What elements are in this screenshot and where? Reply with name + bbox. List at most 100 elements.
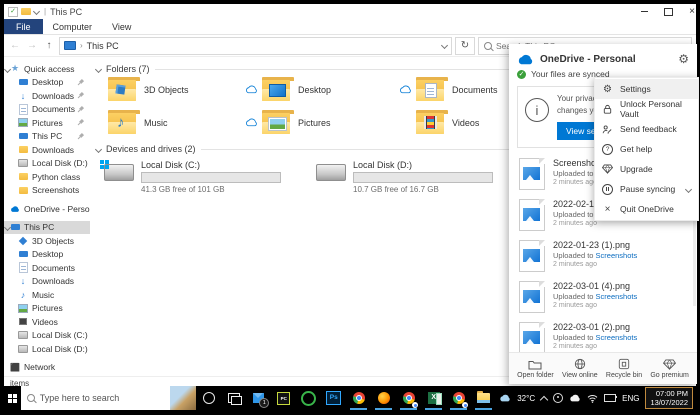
upload-status: Uploaded to (553, 333, 594, 342)
taskbar-search-input[interactable]: Type here to search (20, 386, 197, 410)
folder-tile-label: Music (144, 117, 168, 128)
onedrive-file-row[interactable]: 2022-03-01 (4).png Uploaded to Screensho… (509, 277, 697, 318)
tab-file[interactable]: File (4, 19, 43, 34)
temperature-label[interactable]: 32°C (517, 394, 535, 403)
collapse-group-icon[interactable] (94, 65, 103, 73)
drive-tile-c[interactable]: Local Disk (C:) 41.3 GB free of 101 GB (100, 160, 316, 194)
recycle-bin-button[interactable]: Recycle bin (606, 358, 642, 379)
pycharm-icon: PC (277, 391, 291, 405)
file-explorer-app-button[interactable] (471, 386, 496, 410)
sidebar-item-downloads-pc[interactable]: ↓ Downloads (4, 275, 90, 289)
sidebar-item-local-disk-d-pc[interactable]: Local Disk (D:) (4, 342, 90, 356)
collapse-group-icon[interactable] (94, 145, 103, 153)
sidebar-item-pictures[interactable]: Pictures (4, 116, 90, 130)
address-field[interactable]: › This PC (59, 36, 452, 55)
sidebar-item-desktop-pc[interactable]: Desktop (4, 248, 90, 262)
menu-item-upgrade[interactable]: Upgrade (595, 159, 698, 179)
photoshop-app-button[interactable]: Ps (321, 386, 346, 410)
sidebar-item-python-class[interactable]: Python class (4, 170, 90, 184)
menu-item-send-feedback[interactable]: Send feedback (595, 119, 698, 139)
folder-link[interactable]: Screenshots (596, 251, 638, 260)
new-folder-icon[interactable] (21, 8, 31, 15)
footer-button-label: Go premium (650, 371, 689, 379)
sidebar-item-desktop[interactable]: Desktop (4, 76, 90, 90)
folder-link[interactable]: Screenshots (596, 333, 638, 342)
chrome-profile-2-app-button[interactable] (446, 386, 471, 410)
weather-cloud-icon[interactable] (499, 394, 511, 402)
tab-view[interactable]: View (102, 19, 141, 34)
minimize-button[interactable] (632, 4, 656, 19)
onedrive-file-row[interactable]: 2022-01-23 (1).png Uploaded to Screensho… (509, 236, 697, 277)
onedrive-settings-gear-icon[interactable]: ⚙ (678, 53, 689, 65)
view-online-button[interactable]: View online (562, 358, 598, 379)
network-wifi-icon[interactable] (587, 394, 598, 403)
go-premium-button[interactable]: Go premium (650, 358, 689, 379)
sidebar-item-downloads-folder[interactable]: Downloads (4, 143, 90, 157)
menu-item-get-help[interactable]: Get help (595, 139, 698, 159)
up-button[interactable]: ↑ (42, 40, 56, 51)
sidebar-item-documents[interactable]: Documents (4, 103, 90, 117)
desktop-icon (18, 77, 28, 87)
close-button[interactable]: × (680, 4, 696, 19)
sidebar-item-this-pc[interactable]: This PC (4, 220, 90, 234)
sidebar-item-network[interactable]: ⬛ Network (4, 361, 90, 375)
sidebar-item-onedrive[interactable]: OneDrive - Personal (4, 202, 90, 216)
menu-item-pause-syncing[interactable]: Pause syncing (595, 179, 698, 199)
customize-toolbar-icon[interactable] (32, 7, 41, 16)
sidebar-item-downloads[interactable]: ↓ Downloads (4, 89, 90, 103)
menu-item-unlock-personal-vault[interactable]: Unlock Personal Vault (595, 99, 698, 119)
address-dropdown-icon[interactable] (440, 41, 449, 50)
onedrive-sync-status-icon (240, 85, 262, 94)
chrome-profile-app-button[interactable] (396, 386, 421, 410)
pycharm-app-button[interactable]: PC (271, 386, 296, 410)
sidebar-item-documents-pc[interactable]: Documents (4, 261, 90, 275)
sidebar-item-local-disk-c-pc[interactable]: Local Disk (C:) (4, 329, 90, 343)
menu-item-settings[interactable]: ⚙ Settings (595, 79, 698, 99)
tab-computer[interactable]: Computer (43, 19, 103, 34)
onedrive-tray-cloud-icon[interactable] (569, 394, 581, 402)
sidebar-item-quick-access[interactable]: ★ Quick access (4, 62, 90, 76)
drive-tile-d[interactable]: Local Disk (D:) 10.7 GB free of 16.7 GB (316, 160, 528, 194)
maximize-button[interactable] (656, 4, 680, 19)
sidebar-item-3d-objects[interactable]: 3D Objects (4, 234, 90, 248)
forward-button[interactable]: → (25, 40, 39, 51)
meet-now-person-icon[interactable] (553, 393, 564, 403)
search-icon (484, 41, 492, 50)
sidebar-item-local-disk-d[interactable]: Local Disk (D:) (4, 157, 90, 171)
refresh-button[interactable]: ↻ (455, 36, 475, 55)
breadcrumb[interactable]: This PC (87, 41, 119, 51)
mail-app-button[interactable]: 1 (246, 386, 271, 410)
clock[interactable]: 07:00 PM 13/07/2022 (645, 387, 693, 409)
back-button[interactable]: ← (8, 40, 22, 51)
onedrive-file-row[interactable]: 2022-03-01 (2).png Uploaded to Screensho… (509, 318, 697, 352)
folder-tile-3d-objects[interactable]: 3D Objects (108, 77, 240, 101)
folder-tile-pictures[interactable]: Pictures (262, 110, 394, 134)
firefox-app-button[interactable] (371, 386, 396, 410)
language-indicator[interactable]: ENG (622, 394, 639, 403)
sidebar-item-this-pc-pinned[interactable]: This PC (4, 130, 90, 144)
documents-icon (18, 104, 28, 114)
sidebar-item-music[interactable]: ♪ Music (4, 288, 90, 302)
menu-item-quit-onedrive[interactable]: × Quit OneDrive (595, 199, 698, 219)
chrome-app-button[interactable] (346, 386, 371, 410)
file-name: 2022-03-01 (4).png (553, 281, 631, 291)
task-view-button[interactable] (221, 386, 246, 410)
sidebar-item-pictures-pc[interactable]: Pictures (4, 302, 90, 316)
battery-icon[interactable] (604, 394, 618, 402)
green-ring-app-button[interactable] (296, 386, 321, 410)
excel-app-button[interactable]: X (421, 386, 446, 410)
folder-link[interactable]: Screenshots (596, 292, 638, 301)
properties-icon[interactable]: ✓ (8, 6, 18, 17)
cortana-button[interactable] (196, 386, 221, 410)
start-button[interactable] (4, 386, 21, 410)
news-interests-image[interactable] (170, 386, 197, 410)
group-header-label: Folders (7) (106, 64, 150, 74)
open-folder-button[interactable]: Open folder (517, 359, 554, 379)
drive-icon-c (100, 160, 134, 181)
folder-tile-desktop[interactable]: Desktop (262, 77, 394, 101)
sidebar-item-screenshots[interactable]: Screenshots (4, 184, 90, 198)
folder-tile-music[interactable]: ♪ Music (108, 110, 240, 134)
chevron-down-icon[interactable] (4, 65, 12, 73)
sidebar-item-videos[interactable]: Videos (4, 315, 90, 329)
show-hidden-icons-chevron[interactable] (539, 395, 549, 404)
